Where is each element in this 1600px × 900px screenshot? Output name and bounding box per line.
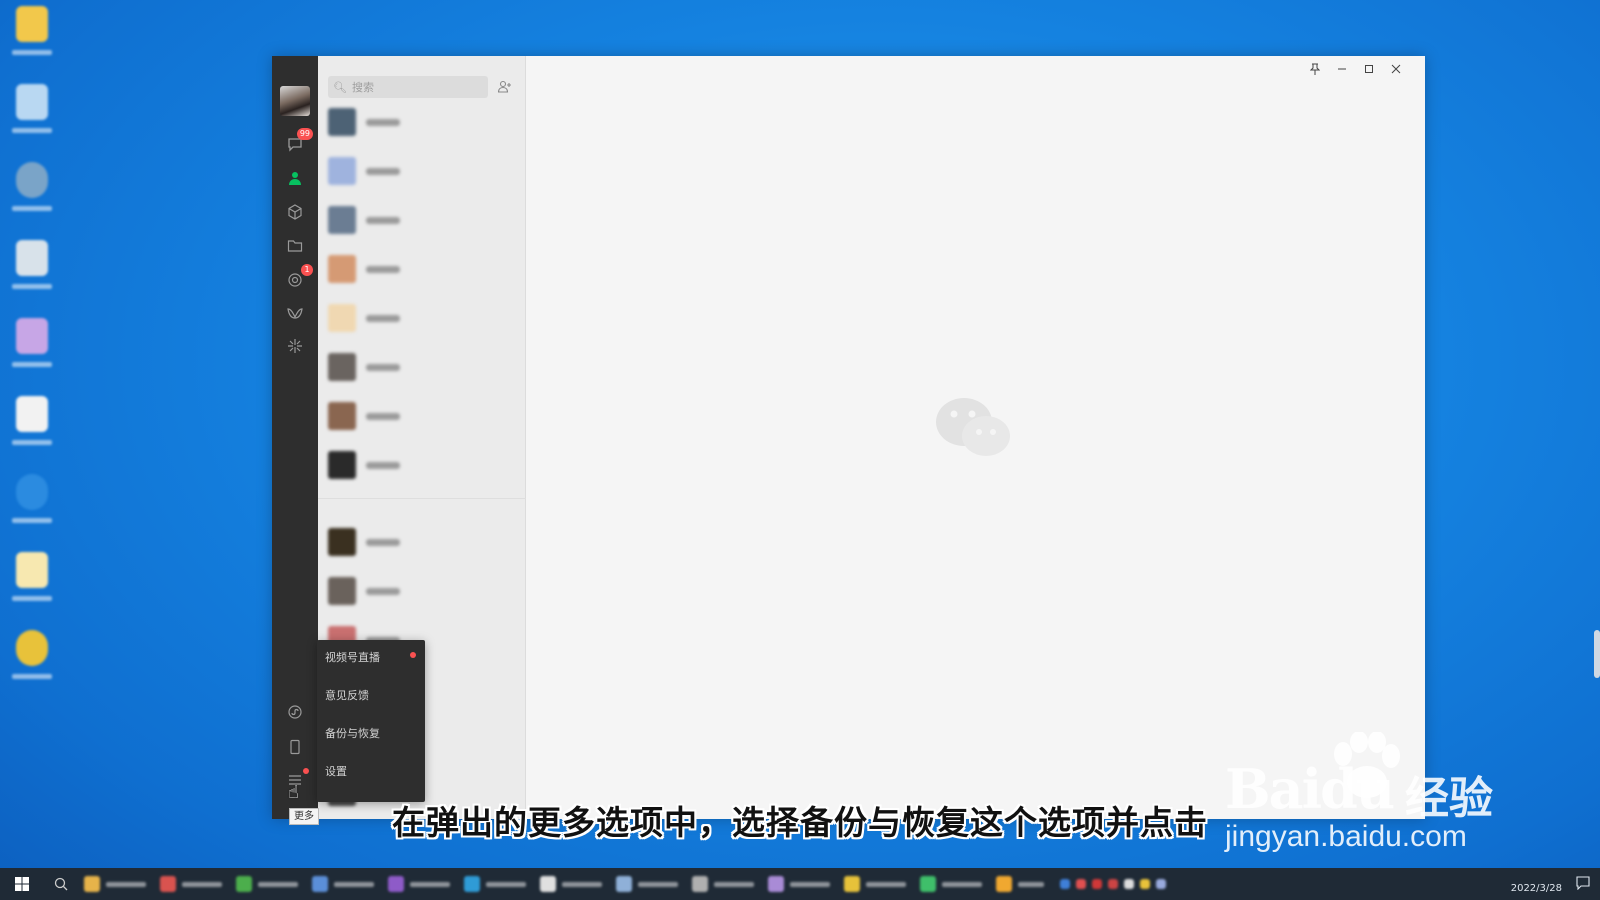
list-item[interactable]	[318, 567, 526, 615]
watermark-url: jingyan.baidu.com	[1225, 820, 1467, 853]
menu-item-feedback[interactable]: 意见反馈	[325, 686, 369, 706]
more-dot	[303, 768, 309, 774]
list-item[interactable]	[318, 343, 526, 391]
add-contact-icon[interactable]	[494, 76, 516, 98]
desktop-icon[interactable]	[8, 630, 56, 700]
taskbar-app[interactable]	[610, 873, 682, 895]
contacts-icon[interactable]	[281, 164, 309, 192]
taskbar-app[interactable]	[838, 873, 910, 895]
desktop-icon[interactable]	[8, 552, 56, 622]
phone-icon[interactable]	[281, 733, 309, 761]
files-icon[interactable]	[281, 232, 309, 260]
start-icon[interactable]	[0, 868, 44, 900]
list-item[interactable]	[318, 392, 526, 440]
taskbar-app[interactable]	[78, 873, 150, 895]
list-item[interactable]	[318, 245, 526, 293]
menu-item-settings[interactable]: 设置	[325, 762, 347, 782]
wechat-logo-icon	[936, 398, 1010, 456]
taskbar-app[interactable]	[686, 873, 758, 895]
watermark: Baidu 经验 jingyan.baidu.com	[1225, 732, 1525, 862]
desktop-icon[interactable]	[8, 396, 56, 466]
list-divider	[318, 498, 526, 499]
search-input[interactable]: 🔍︎ 搜索	[328, 76, 488, 98]
list-item[interactable]	[318, 98, 526, 146]
taskbar-date[interactable]: 2022/3/28	[1511, 883, 1562, 894]
taskbar-app[interactable]	[154, 873, 226, 895]
menu-item-backup-restore[interactable]: 备份与恢复	[325, 724, 380, 744]
taskbar-app[interactable]	[914, 873, 986, 895]
taskbar-app[interactable]	[458, 873, 530, 895]
menu-item-dot	[410, 652, 416, 658]
wechat-window: 99 1 🔍︎ 搜索	[272, 56, 1425, 819]
list-item[interactable]	[318, 147, 526, 195]
watermark-brand: Baidu	[1225, 757, 1395, 821]
pin-icon[interactable]	[1303, 60, 1327, 78]
taskbar-app[interactable]	[230, 873, 302, 895]
chat-icon[interactable]: 99	[281, 128, 313, 158]
desktop-icon[interactable]	[8, 162, 56, 232]
discover-icon[interactable]	[281, 332, 309, 360]
miniprogram-icon[interactable]	[281, 698, 309, 726]
channels-icon[interactable]	[281, 300, 309, 328]
menu-item-channels-live[interactable]: 视频号直播	[325, 648, 380, 668]
desktop-icon[interactable]	[8, 6, 56, 76]
list-item[interactable]	[318, 441, 526, 489]
desktop-icons	[8, 6, 56, 708]
taskbar-app[interactable]	[990, 873, 1050, 895]
list-item[interactable]	[318, 294, 526, 342]
search-taskbar-icon[interactable]	[44, 868, 78, 900]
maximize-button[interactable]	[1357, 60, 1381, 78]
taskbar-app[interactable]	[306, 873, 378, 895]
taskbar-app[interactable]	[534, 873, 606, 895]
notification-icon[interactable]	[1576, 876, 1590, 894]
taskbar-app[interactable]	[382, 873, 454, 895]
desktop-icon[interactable]	[8, 240, 56, 310]
taskbar	[0, 868, 1600, 900]
favorites-icon[interactable]	[281, 198, 309, 226]
moments-badge: 1	[301, 264, 313, 276]
desktop-icon[interactable]	[8, 318, 56, 388]
edge-scroll-indicator	[1594, 630, 1600, 678]
desktop-icon[interactable]	[8, 84, 56, 154]
list-item[interactable]	[318, 196, 526, 244]
more-menu: 视频号直播 意见反馈 备份与恢复 设置	[317, 640, 425, 802]
avatar[interactable]	[280, 86, 310, 116]
close-button[interactable]	[1384, 60, 1408, 78]
list-item[interactable]	[318, 518, 526, 566]
moments-icon[interactable]: 1	[281, 264, 313, 294]
desktop-icon[interactable]	[8, 474, 56, 544]
watermark-brand-cn: 经验	[1405, 773, 1493, 824]
search-placeholder: 搜索	[351, 81, 374, 94]
sidebar-rail: 99 1	[272, 56, 318, 819]
system-tray[interactable]	[1054, 873, 1214, 895]
search-icon: 🔍︎	[333, 80, 347, 94]
taskbar-app[interactable]	[762, 873, 834, 895]
chat-panel	[526, 56, 1425, 819]
chat-badge: 99	[296, 128, 313, 140]
minimize-button[interactable]	[1330, 60, 1354, 78]
